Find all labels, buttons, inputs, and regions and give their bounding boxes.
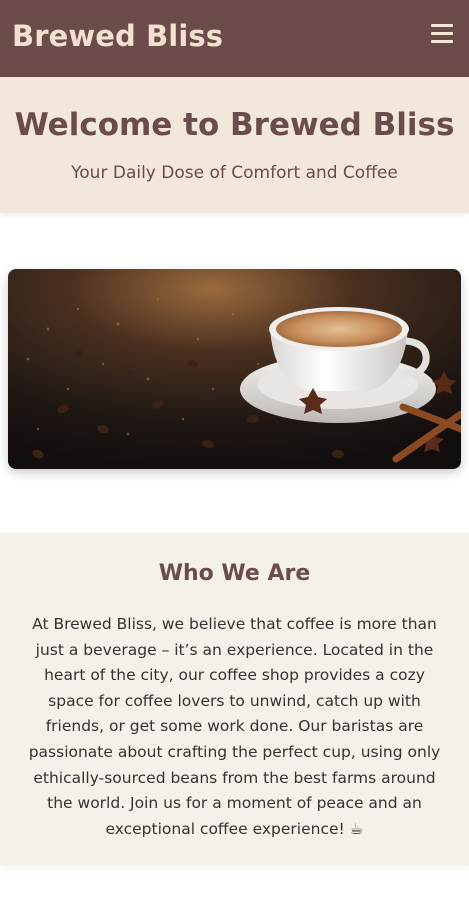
menu-bar-line (431, 24, 453, 27)
about-heading: Who We Are (158, 561, 311, 586)
top-navigation-bar: Brewed Bliss (0, 0, 469, 77)
hero-section: Welcome to Brewed Bliss Your Daily Dose … (0, 77, 469, 213)
hamburger-menu-icon[interactable] (431, 21, 457, 47)
about-section: Who We Are At Brewed Bliss, we believe t… (0, 533, 469, 865)
menu-bar-line (431, 40, 453, 43)
hero-title: Welcome to Brewed Bliss (14, 107, 455, 143)
about-description: At Brewed Bliss, we believe that coffee … (28, 615, 441, 838)
coffee-cup-photo (8, 269, 461, 469)
brand-logo-text[interactable]: Brewed Bliss (12, 19, 223, 53)
hero-subtitle: Your Daily Dose of Comfort and Coffee (71, 163, 398, 183)
menu-bar-line (431, 32, 453, 35)
